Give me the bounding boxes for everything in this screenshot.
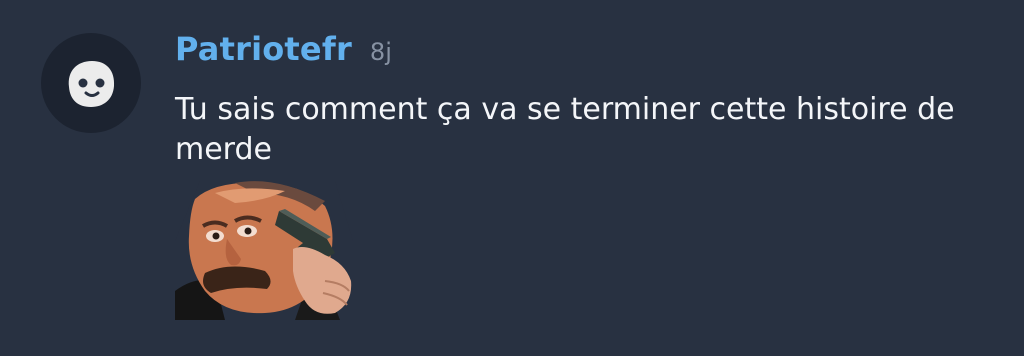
smiley-face-icon — [68, 61, 115, 107]
meme-sticker-image[interactable] — [175, 181, 353, 320]
username-link[interactable]: Patriotefr — [175, 30, 352, 68]
timestamp: 8j — [369, 38, 392, 66]
sticker-illustration — [175, 181, 353, 320]
comment-item: Patriotefr 8j Tu sais comment ça va se t… — [0, 0, 1024, 356]
comment-header: Patriotefr 8j — [175, 30, 975, 78]
avatar[interactable] — [41, 33, 141, 133]
comment-text: Tu sais comment ça va se terminer cette … — [175, 92, 955, 167]
comment-body: Patriotefr 8j Tu sais comment ça va se t… — [175, 30, 975, 170]
